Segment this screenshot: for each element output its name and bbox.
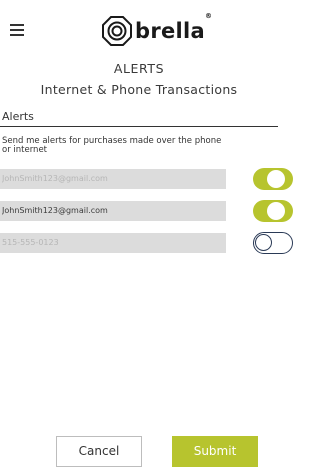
toggle-knob [267, 202, 285, 220]
contact-3-toggle[interactable] [253, 232, 293, 254]
contact-email-field-2[interactable] [0, 201, 226, 221]
submit-button[interactable]: Submit [172, 436, 258, 467]
contact-2-toggle[interactable] [253, 200, 293, 222]
brella-logo-icon [102, 16, 132, 46]
page-subtitle: Internet & Phone Transactions [40, 82, 238, 97]
section-heading: Alerts [0, 110, 278, 127]
brand-trademark: ® [205, 12, 213, 20]
page-title: ALERTS [113, 61, 165, 76]
hamburger-menu-icon[interactable] [10, 24, 24, 36]
brand-logo: brella® [102, 12, 212, 47]
section-description: Send me alerts for purchases made over t… [2, 136, 222, 155]
brand-name-text: brella [135, 19, 205, 43]
contact-1-toggle[interactable] [253, 168, 293, 190]
toggle-knob [255, 234, 272, 251]
contact-email-field-1[interactable] [0, 169, 226, 189]
toggle-knob [267, 170, 285, 188]
cancel-button[interactable]: Cancel [56, 436, 142, 467]
contact-phone-field[interactable] [0, 233, 226, 253]
brand-name: brella® [135, 12, 212, 43]
